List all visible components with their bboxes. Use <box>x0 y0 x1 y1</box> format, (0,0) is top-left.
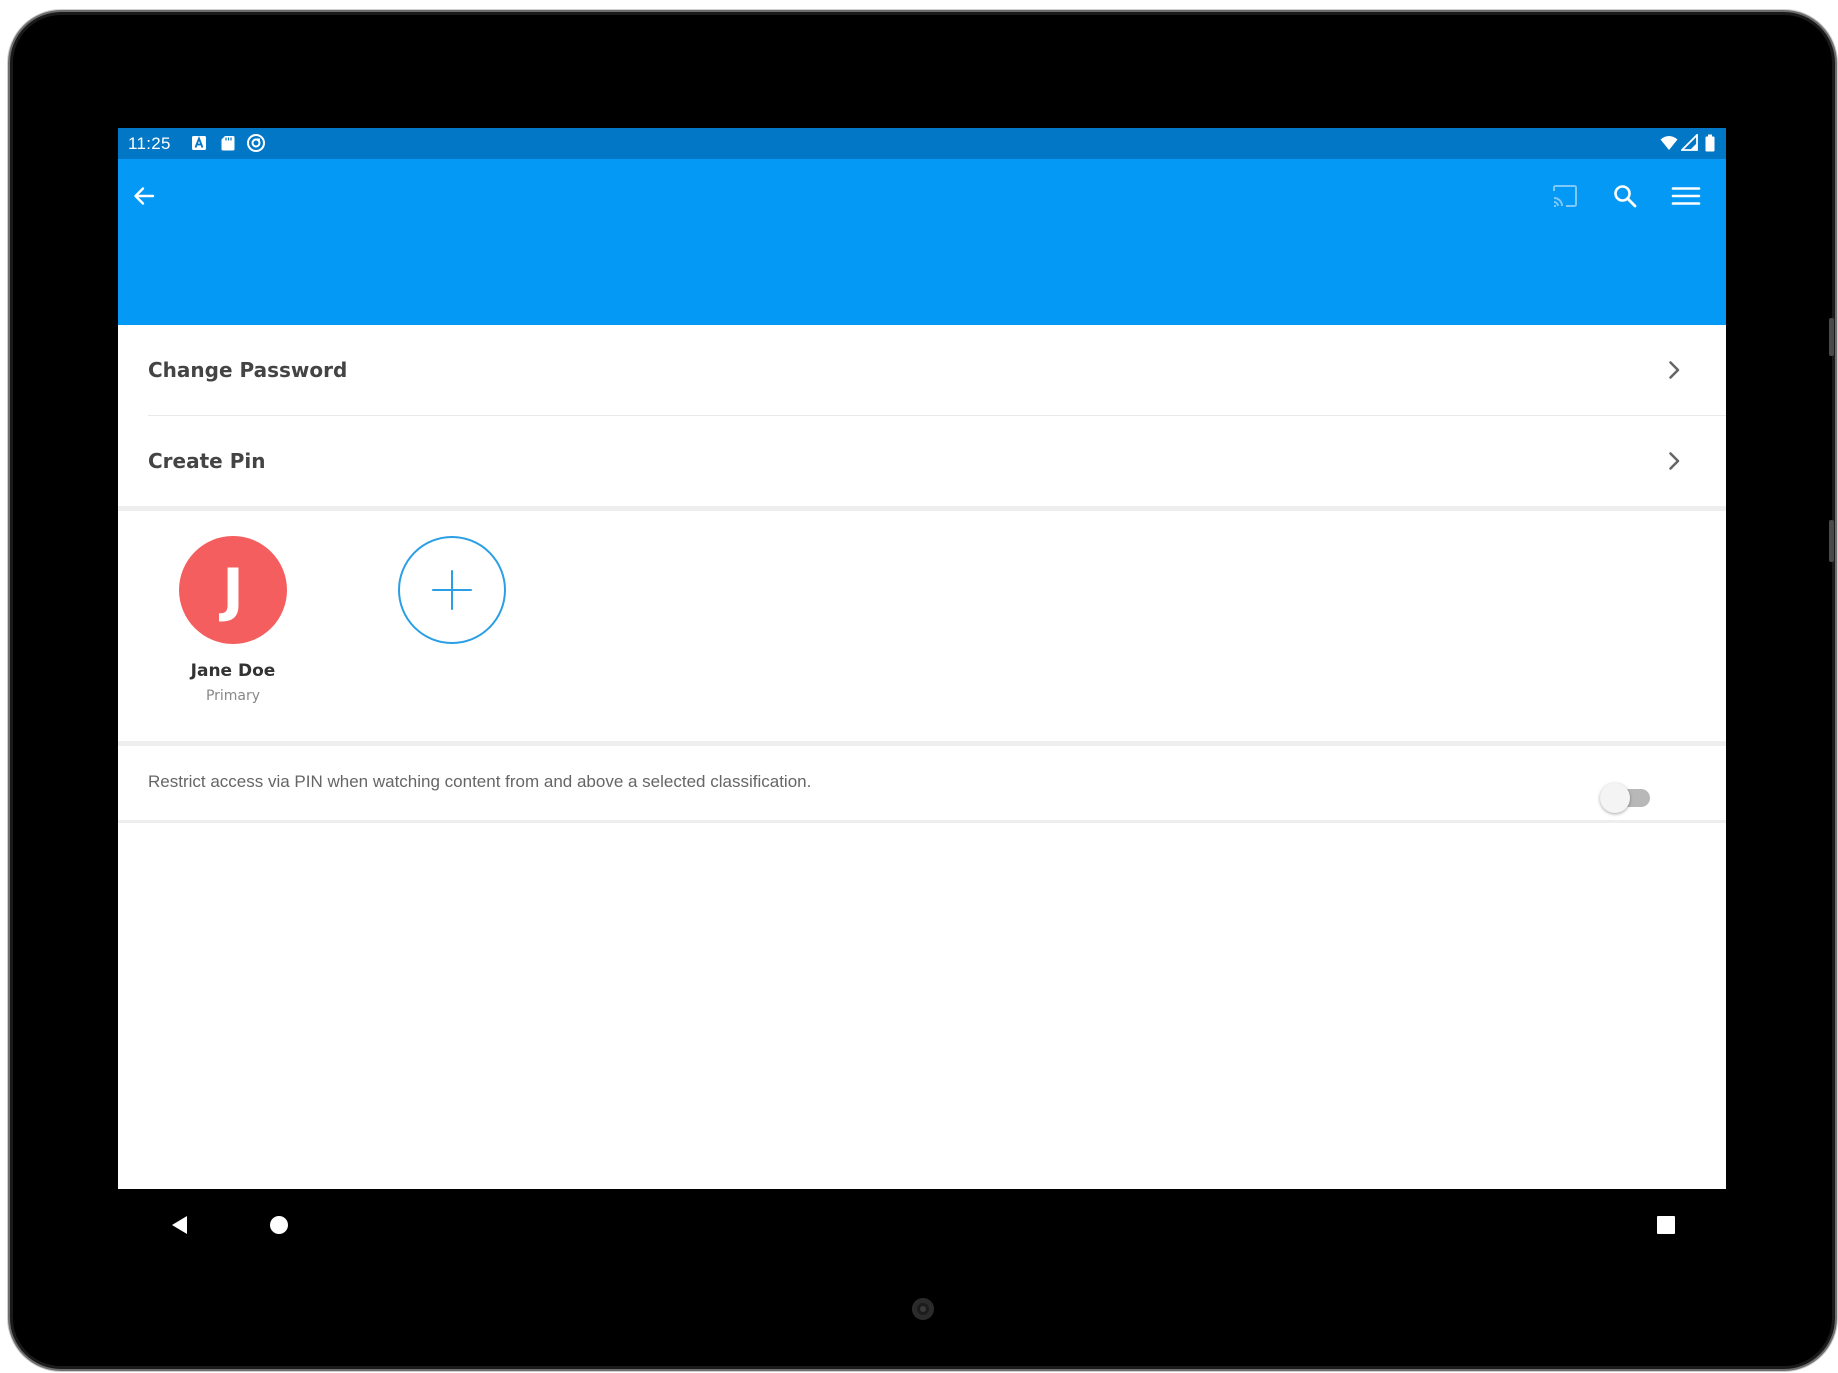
plus-icon <box>432 570 472 610</box>
section-separator <box>118 741 1726 746</box>
text-a-icon <box>190 134 208 152</box>
signal-icon <box>1679 132 1699 152</box>
nav-home-button[interactable] <box>263 1209 295 1241</box>
front-camera <box>912 1298 934 1320</box>
chevron-right-icon <box>1669 361 1680 379</box>
menu-icon <box>1671 187 1701 205</box>
battery-icon <box>1704 134 1716 152</box>
section-separator <box>118 506 1726 511</box>
change-password-row[interactable]: Change Password <box>118 325 1726 415</box>
device-stage: 11:25 Hi Jane Doe Change Password Create… <box>0 0 1838 1373</box>
square-recents-icon <box>1657 1216 1675 1234</box>
nav-recents-button[interactable] <box>1650 1209 1682 1241</box>
nav-back-button[interactable] <box>164 1209 196 1241</box>
section-separator <box>118 820 1726 823</box>
profile-role: Primary <box>205 688 261 704</box>
restriction-description: Restrict access via PIN when watching co… <box>148 772 812 791</box>
toggle-thumb <box>1600 783 1630 813</box>
cast-icon <box>1553 185 1577 207</box>
navigation-bar <box>118 1189 1726 1261</box>
wifi-icon <box>1660 134 1678 152</box>
status-bar: 11:25 <box>118 128 1726 159</box>
cast-button[interactable] <box>1550 181 1580 211</box>
sync-icon <box>246 133 266 153</box>
volume-button <box>1829 318 1834 356</box>
power-button <box>1829 520 1834 562</box>
triangle-back-icon <box>172 1216 187 1234</box>
circle-home-icon <box>270 1216 288 1234</box>
avatar: J <box>179 536 287 644</box>
back-button[interactable] <box>129 181 159 211</box>
search-button[interactable] <box>1610 181 1640 211</box>
chevron-right-icon <box>1669 452 1680 470</box>
create-pin-label: Create Pin <box>148 449 266 473</box>
restriction-toggle[interactable] <box>1600 783 1652 813</box>
profile-jane-doe[interactable]: J Jane Doe Primary <box>158 536 308 706</box>
change-password-label: Change Password <box>148 358 348 382</box>
add-profile-button[interactable] <box>398 536 506 644</box>
menu-button[interactable] <box>1671 181 1701 211</box>
arrow-left-icon <box>134 187 155 205</box>
sd-card-icon <box>219 134 237 152</box>
create-pin-row[interactable]: Create Pin <box>118 416 1726 506</box>
status-time: 11:25 <box>128 134 171 153</box>
search-icon <box>1614 185 1637 208</box>
tablet-screen: 11:25 Hi Jane Doe Change Password Create… <box>118 128 1726 1261</box>
profile-name: Jane Doe <box>190 661 276 681</box>
app-bar <box>118 159 1726 325</box>
